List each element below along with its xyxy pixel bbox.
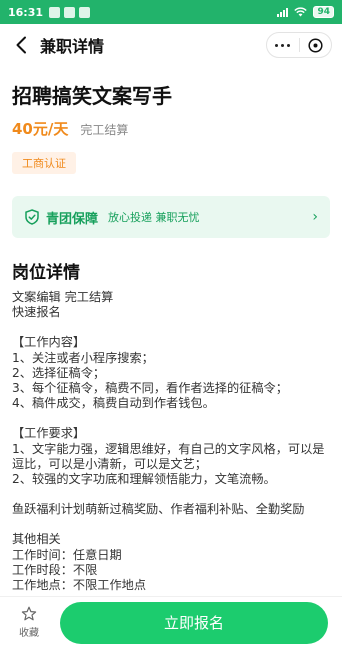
detail-line: 2、较强的文字功底和理解领悟能力，文笔流畅。	[12, 472, 276, 487]
more-button[interactable]	[267, 33, 299, 57]
wifi-icon	[294, 7, 308, 17]
favorite-label: 收藏	[19, 628, 39, 639]
salary: 40元/天	[12, 120, 69, 138]
detail-line: 工作地点：不限工作地点	[12, 578, 147, 593]
detail-spacer	[12, 320, 332, 335]
star-outline-icon	[21, 606, 37, 621]
detail-line: 1、文字能力强，逻辑思维好，有自己的文字风格，可以是逗比，可以是小清新，可以是文…	[12, 441, 325, 471]
detail-line: 【工作内容】	[12, 335, 86, 350]
detail-line: 其他相关	[12, 532, 61, 547]
guarantee-title: 青团保障	[46, 211, 99, 227]
guarantee-banner[interactable]: 青团保障 放心投递 兼职无忧 ›	[12, 196, 330, 238]
detail-line: 文案编辑 完工结算	[12, 290, 114, 304]
apply-button[interactable]: 立即报名	[60, 601, 328, 644]
settlement-type: 完工结算	[80, 123, 129, 137]
status-time: 16:31	[8, 5, 44, 19]
close-button[interactable]	[300, 33, 332, 57]
status-right: 94	[277, 6, 334, 18]
detail-line: 3、每个征稿令，稿费不同，看作者选择的征稿令；	[12, 381, 288, 396]
notification-icons	[49, 6, 91, 18]
nav-bar: 兼职详情	[0, 24, 342, 66]
detail-spacer	[12, 411, 332, 426]
page: 16:31 94 兼职详情 招聘搞笑文案写手 40元/天 完工结算 工商认证 青…	[0, 0, 342, 648]
status-bar: 16:31 94	[0, 0, 342, 24]
section-title: 岗位详情	[12, 263, 80, 283]
more-dots-icon	[275, 43, 291, 47]
battery-indicator: 94	[313, 6, 334, 18]
detail-line: 鱼跃福利计划萌新过稿奖励、作者福利补贴、全勤奖励	[12, 502, 305, 517]
detail-line: 【工作要求】	[12, 426, 86, 441]
back-arrow-icon[interactable]	[10, 34, 32, 56]
job-detail-text: 文案编辑 完工结算 快速报名 【工作内容】 1、关注或者小程序搜索； 2、选择征…	[12, 290, 332, 593]
favorite-button[interactable]: 收藏	[12, 606, 46, 639]
detail-line: 2、选择征稿令；	[12, 365, 106, 380]
detail-line: 工作时段：不限	[12, 562, 98, 577]
mini-program-capsule	[266, 32, 332, 58]
job-title: 招聘搞笑文案写手	[12, 84, 172, 108]
detail-spacer	[12, 487, 332, 502]
shield-check-icon	[25, 209, 39, 225]
detail-line: 1、关注或者小程序搜索；	[12, 350, 154, 365]
chevron-right-icon: ›	[312, 209, 318, 225]
notification-icon	[64, 6, 76, 18]
guarantee-subtitle: 放心投递 兼职无忧	[108, 211, 200, 224]
page-title: 兼职详情	[40, 37, 105, 56]
salary-row: 40元/天 完工结算	[12, 118, 128, 139]
detail-line: 快速报名	[12, 305, 61, 320]
close-circle-icon	[308, 37, 323, 53]
certification-badge: 工商认证	[12, 152, 76, 174]
detail-spacer	[12, 517, 332, 532]
signal-icon	[277, 7, 289, 17]
bottom-action-bar: 收藏 立即报名	[0, 596, 342, 648]
detail-line: 4、稿件成交，稿费自动到作者钱包。	[12, 396, 215, 411]
notification-icon	[49, 6, 61, 18]
detail-line: 工作时间：任意日期	[12, 547, 122, 562]
notification-icon	[79, 6, 91, 18]
